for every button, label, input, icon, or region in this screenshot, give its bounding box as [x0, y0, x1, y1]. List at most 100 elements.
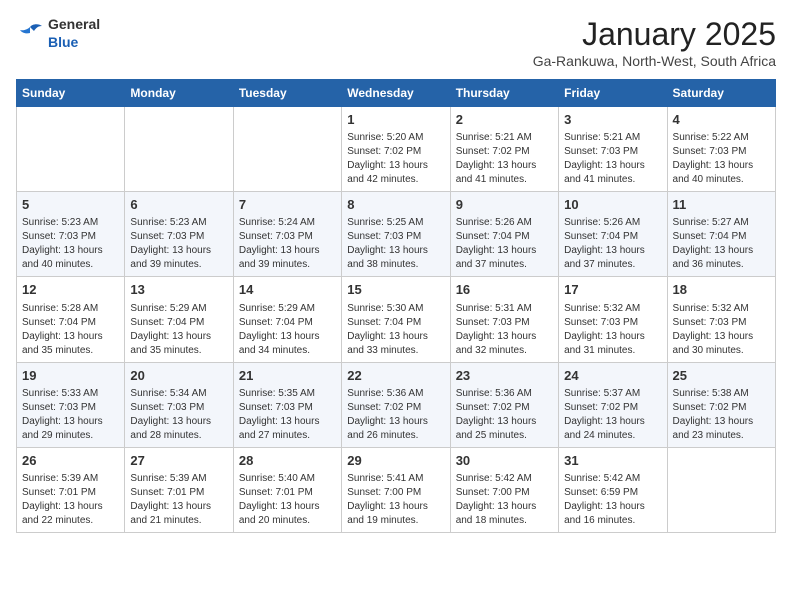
day-number: 4	[673, 111, 770, 129]
cell-info: Sunrise: 5:39 AMSunset: 7:01 PMDaylight:…	[22, 472, 119, 528]
cell-info: Sunrise: 5:23 AMSunset: 7:03 PMDaylight:…	[130, 216, 227, 272]
logo-text: General Blue	[48, 16, 100, 52]
weekday-row: SundayMondayTuesdayWednesdayThursdayFrid…	[17, 80, 776, 107]
weekday-header-wednesday: Wednesday	[342, 80, 450, 107]
calendar-cell: 9Sunrise: 5:26 AMSunset: 7:04 PMDaylight…	[450, 192, 558, 277]
cell-info: Sunrise: 5:38 AMSunset: 7:02 PMDaylight:…	[673, 387, 770, 443]
calendar-cell: 12 Sunrise: 5:28 AMSunset: 7:04 PMDayligh…	[17, 277, 125, 362]
cell-info: Sunrise: 5:30 AMSunset: 7:04 PMDaylight:…	[347, 302, 444, 358]
cell-info: Sunrise: 5:39 AMSunset: 7:01 PMDaylight:…	[130, 472, 227, 528]
cell-info: Sunrise: 5:36 AMSunset: 7:02 PMDaylight:…	[456, 387, 553, 443]
day-number: 7	[239, 196, 336, 214]
calendar-cell: 31 Sunrise: 5:42 AMSunset: 6:59 PMDayligh…	[559, 447, 667, 532]
calendar-cell: 25 Sunrise: 5:38 AMSunset: 7:02 PMDayligh…	[667, 362, 775, 447]
day-number: 22	[347, 367, 444, 385]
calendar-cell	[17, 107, 125, 192]
calendar-cell: 16Sunrise: 5:31 AMSunset: 7:03 PMDayligh…	[450, 277, 558, 362]
cell-info: Sunrise: 5:22 AMSunset: 7:03 PMDaylight:…	[673, 131, 770, 187]
cell-info: Sunrise: 5:23 AMSunset: 7:03 PMDaylight:…	[22, 216, 119, 272]
calendar-cell: 13 Sunrise: 5:29 AMSunset: 7:04 PMDayligh…	[125, 277, 233, 362]
cell-info: Sunrise: 5:28 AMSunset: 7:04 PMDaylight:…	[22, 302, 119, 358]
day-number: 28	[239, 452, 336, 470]
cell-info: Sunrise: 5:20 AMSunset: 7:02 PMDaylight:…	[347, 131, 444, 187]
calendar-cell	[125, 107, 233, 192]
calendar-table: SundayMondayTuesdayWednesdayThursdayFrid…	[16, 79, 776, 533]
cell-info: Sunrise: 5:32 AMSunset: 7:03 PMDaylight:…	[564, 302, 661, 358]
day-number: 31	[564, 452, 661, 470]
day-number: 1	[347, 111, 444, 129]
cell-info: Sunrise: 5:41 AMSunset: 7:00 PMDaylight:…	[347, 472, 444, 528]
day-number: 21	[239, 367, 336, 385]
cell-info: Sunrise: 5:37 AMSunset: 7:02 PMDaylight:…	[564, 387, 661, 443]
location-subtitle: Ga-Rankuwa, North-West, South Africa	[533, 53, 776, 69]
logo-icon	[16, 23, 44, 45]
day-number: 8	[347, 196, 444, 214]
logo-blue: Blue	[48, 34, 78, 50]
day-number: 2	[456, 111, 553, 129]
calendar-cell	[667, 447, 775, 532]
cell-info: Sunrise: 5:31 AMSunset: 7:03 PMDaylight:…	[456, 302, 553, 358]
day-number: 10	[564, 196, 661, 214]
cell-info: Sunrise: 5:32 AMSunset: 7:03 PMDaylight:…	[673, 302, 770, 358]
day-number: 24	[564, 367, 661, 385]
calendar-header: SundayMondayTuesdayWednesdayThursdayFrid…	[17, 80, 776, 107]
logo: General Blue	[16, 16, 100, 52]
title-block: January 2025 Ga-Rankuwa, North-West, Sou…	[533, 16, 776, 69]
cell-info: Sunrise: 5:21 AMSunset: 7:03 PMDaylight:…	[564, 131, 661, 187]
month-title: January 2025	[533, 16, 776, 53]
calendar-cell: 28Sunrise: 5:40 AMSunset: 7:01 PMDayligh…	[233, 447, 341, 532]
calendar-cell: 24 Sunrise: 5:37 AMSunset: 7:02 PMDayligh…	[559, 362, 667, 447]
day-number: 25	[673, 367, 770, 385]
day-number: 27	[130, 452, 227, 470]
calendar-body: 1 Sunrise: 5:20 AMSunset: 7:02 PMDaylight…	[17, 107, 776, 533]
calendar-cell: 27 Sunrise: 5:39 AMSunset: 7:01 PMDayligh…	[125, 447, 233, 532]
calendar-cell: 26Sunrise: 5:39 AMSunset: 7:01 PMDayligh…	[17, 447, 125, 532]
calendar-cell: 22 Sunrise: 5:36 AMSunset: 7:02 PMDayligh…	[342, 362, 450, 447]
day-number: 15	[347, 281, 444, 299]
cell-info: Sunrise: 5:35 AMSunset: 7:03 PMDaylight:…	[239, 387, 336, 443]
calendar-cell: 21 Sunrise: 5:35 AMSunset: 7:03 PMDayligh…	[233, 362, 341, 447]
day-number: 6	[130, 196, 227, 214]
calendar-cell: 10Sunrise: 5:26 AMSunset: 7:04 PMDayligh…	[559, 192, 667, 277]
cell-info: Sunrise: 5:27 AMSunset: 7:04 PMDaylight:…	[673, 216, 770, 272]
calendar-week-4: 19Sunrise: 5:33 AMSunset: 7:03 PMDayligh…	[17, 362, 776, 447]
calendar-cell: 8 Sunrise: 5:25 AMSunset: 7:03 PMDaylight…	[342, 192, 450, 277]
cell-info: Sunrise: 5:24 AMSunset: 7:03 PMDaylight:…	[239, 216, 336, 272]
calendar-cell: 1 Sunrise: 5:20 AMSunset: 7:02 PMDaylight…	[342, 107, 450, 192]
calendar-week-1: 1 Sunrise: 5:20 AMSunset: 7:02 PMDaylight…	[17, 107, 776, 192]
cell-info: Sunrise: 5:36 AMSunset: 7:02 PMDaylight:…	[347, 387, 444, 443]
cell-info: Sunrise: 5:25 AMSunset: 7:03 PMDaylight:…	[347, 216, 444, 272]
calendar-cell: 18Sunrise: 5:32 AMSunset: 7:03 PMDayligh…	[667, 277, 775, 362]
calendar-cell: 17 Sunrise: 5:32 AMSunset: 7:03 PMDayligh…	[559, 277, 667, 362]
day-number: 29	[347, 452, 444, 470]
cell-info: Sunrise: 5:42 AMSunset: 6:59 PMDaylight:…	[564, 472, 661, 528]
day-number: 30	[456, 452, 553, 470]
weekday-header-thursday: Thursday	[450, 80, 558, 107]
cell-info: Sunrise: 5:29 AMSunset: 7:04 PMDaylight:…	[239, 302, 336, 358]
day-number: 20	[130, 367, 227, 385]
cell-info: Sunrise: 5:34 AMSunset: 7:03 PMDaylight:…	[130, 387, 227, 443]
weekday-header-friday: Friday	[559, 80, 667, 107]
cell-info: Sunrise: 5:29 AMSunset: 7:04 PMDaylight:…	[130, 302, 227, 358]
calendar-cell	[233, 107, 341, 192]
cell-info: Sunrise: 5:26 AMSunset: 7:04 PMDaylight:…	[456, 216, 553, 272]
cell-info: Sunrise: 5:42 AMSunset: 7:00 PMDaylight:…	[456, 472, 553, 528]
day-number: 5	[22, 196, 119, 214]
day-number: 14	[239, 281, 336, 299]
day-number: 19	[22, 367, 119, 385]
calendar-cell: 20 Sunrise: 5:34 AMSunset: 7:03 PMDayligh…	[125, 362, 233, 447]
day-number: 12	[22, 281, 119, 299]
calendar-week-3: 12 Sunrise: 5:28 AMSunset: 7:04 PMDayligh…	[17, 277, 776, 362]
calendar-cell: 2 Sunrise: 5:21 AMSunset: 7:02 PMDaylight…	[450, 107, 558, 192]
day-number: 13	[130, 281, 227, 299]
day-number: 3	[564, 111, 661, 129]
calendar-cell: 23 Sunrise: 5:36 AMSunset: 7:02 PMDayligh…	[450, 362, 558, 447]
day-number: 17	[564, 281, 661, 299]
day-number: 23	[456, 367, 553, 385]
weekday-header-monday: Monday	[125, 80, 233, 107]
day-number: 11	[673, 196, 770, 214]
cell-info: Sunrise: 5:21 AMSunset: 7:02 PMDaylight:…	[456, 131, 553, 187]
weekday-header-tuesday: Tuesday	[233, 80, 341, 107]
weekday-header-saturday: Saturday	[667, 80, 775, 107]
calendar-cell: 3 Sunrise: 5:21 AMSunset: 7:03 PMDaylight…	[559, 107, 667, 192]
